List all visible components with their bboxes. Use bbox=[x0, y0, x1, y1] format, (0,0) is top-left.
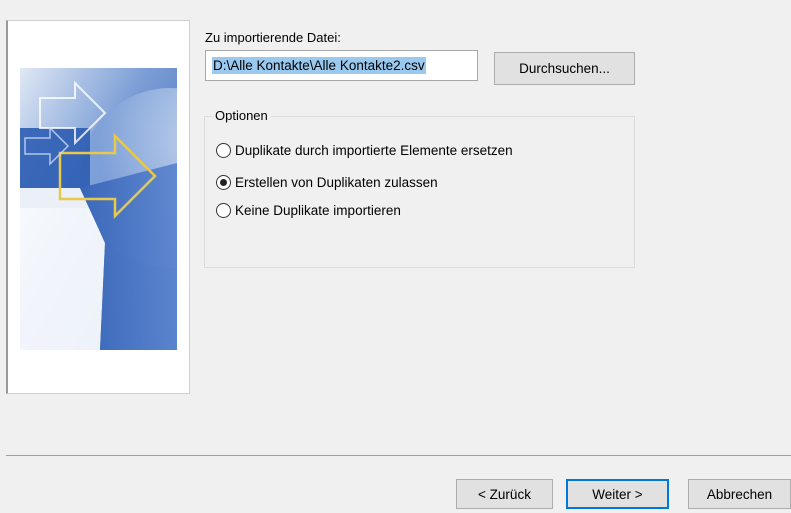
options-legend: Optionen bbox=[212, 108, 271, 123]
next-button[interactable]: Weiter > bbox=[566, 479, 669, 509]
radio-label: Duplikate durch importierte Elemente ers… bbox=[235, 143, 513, 158]
radio-button-icon[interactable] bbox=[216, 143, 231, 158]
browse-button[interactable]: Durchsuchen... bbox=[494, 52, 635, 85]
file-path-value: D:\Alle Kontakte\Alle Kontakte2.csv bbox=[212, 57, 426, 74]
options-groupbox bbox=[204, 116, 635, 268]
radio-button-checked-icon[interactable] bbox=[216, 175, 231, 190]
file-to-import-label: Zu importierende Datei: bbox=[205, 30, 341, 45]
file-path-input[interactable]: D:\Alle Kontakte\Alle Kontakte2.csv bbox=[205, 50, 478, 81]
radio-no-duplicates[interactable]: Keine Duplikate importieren bbox=[216, 203, 401, 218]
back-button[interactable]: < Zurück bbox=[456, 479, 553, 509]
radio-label: Erstellen von Duplikaten zulassen bbox=[235, 175, 438, 190]
radio-button-icon[interactable] bbox=[216, 203, 231, 218]
radio-allow-duplicates[interactable]: Erstellen von Duplikaten zulassen bbox=[216, 175, 438, 190]
footer-separator bbox=[6, 455, 791, 456]
import-wizard-arrows-graphic-icon bbox=[20, 68, 177, 350]
cancel-button[interactable]: Abbrechen bbox=[688, 479, 791, 509]
import-dialog: Zu importierende Datei: D:\Alle Kontakte… bbox=[0, 0, 791, 513]
radio-replace-duplicates[interactable]: Duplikate durch importierte Elemente ers… bbox=[216, 143, 513, 158]
radio-label: Keine Duplikate importieren bbox=[235, 203, 401, 218]
